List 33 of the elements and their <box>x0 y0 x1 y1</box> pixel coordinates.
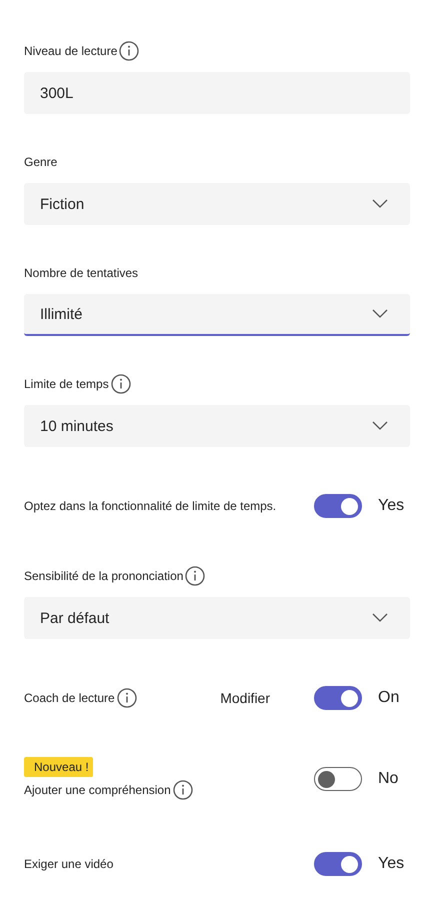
edit-link[interactable]: Modifier <box>220 690 270 706</box>
toggle-state-label: Yes <box>378 497 406 515</box>
info-icon[interactable] <box>119 41 140 61</box>
toggle-switch[interactable] <box>314 494 362 518</box>
field-label: Exiger une vidéo <box>24 857 114 871</box>
field-label: Limite de temps <box>24 377 109 391</box>
field-label: Optez dans la fonctionnalité de limite de temps. <box>24 499 276 513</box>
field-label: Ajouter une compréhension <box>24 783 171 797</box>
new-badge: Nouveau ! <box>24 757 93 777</box>
dropdown[interactable]: Fiction <box>24 183 410 225</box>
toggle-switch[interactable] <box>314 767 362 791</box>
field-label: Sensibilité de la prononciation <box>24 569 184 583</box>
info-icon[interactable] <box>185 566 206 586</box>
chevron-down-icon <box>372 613 388 623</box>
toggle-switch[interactable] <box>314 852 362 876</box>
info-icon[interactable] <box>172 780 193 800</box>
toggle-switch[interactable] <box>314 686 362 710</box>
field-label: Niveau de lecture <box>24 44 118 58</box>
field-label: Genre <box>24 155 58 169</box>
dropdown[interactable]: Illimité <box>24 294 410 336</box>
dropdown[interactable]: 10 minutes <box>24 405 410 447</box>
field-label: Coach de lecture <box>24 691 115 705</box>
toggle-state-label: Yes <box>378 855 406 873</box>
toggle-state-label: No <box>378 770 400 788</box>
chevron-down-icon <box>372 199 388 209</box>
field-label: Nombre de tentatives <box>24 266 138 280</box>
dropdown[interactable]: Par défaut <box>24 597 410 639</box>
chevron-down-icon <box>372 421 388 431</box>
info-icon[interactable] <box>116 688 137 708</box>
info-icon[interactable] <box>110 374 131 394</box>
toggle-state-label: On <box>378 689 400 707</box>
chevron-down-icon <box>372 309 388 319</box>
input-field[interactable]: 300L <box>24 72 410 114</box>
